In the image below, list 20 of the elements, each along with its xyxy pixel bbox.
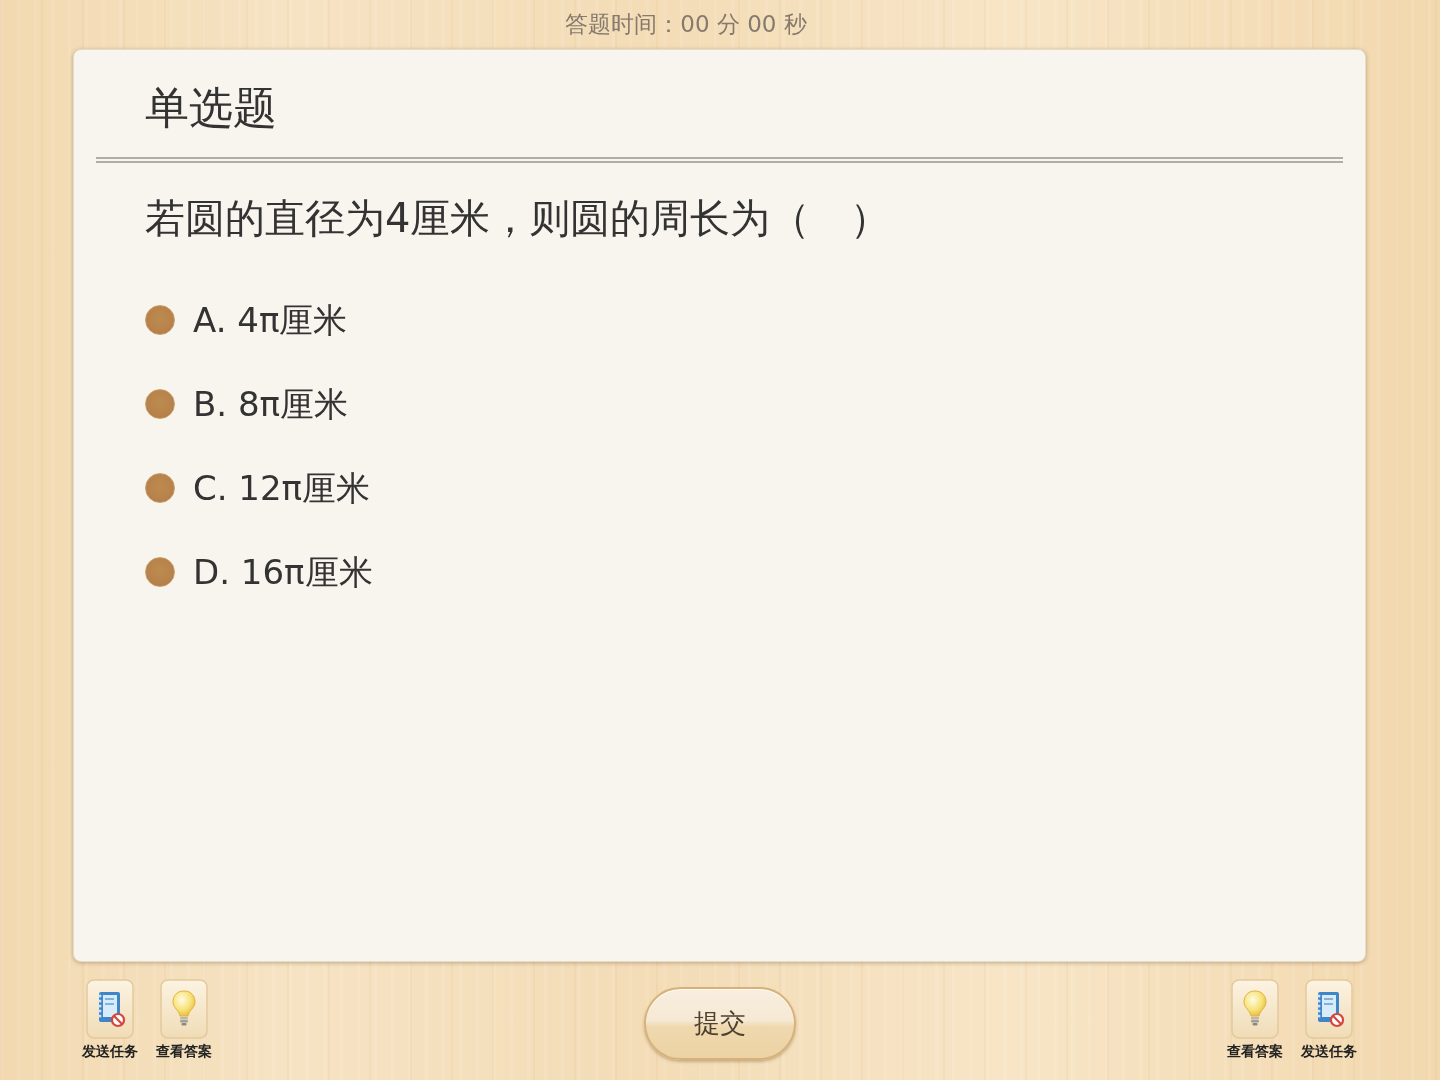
send-task-button[interactable]: 发送任务 xyxy=(80,979,140,1060)
send-task-button[interactable]: 发送任务 xyxy=(1299,979,1359,1060)
radio-button[interactable] xyxy=(145,305,175,335)
option-label[interactable]: C. 12π厘米 xyxy=(193,466,371,510)
lightbulb-icon xyxy=(1231,979,1279,1039)
option-label[interactable]: A. 4π厘米 xyxy=(193,298,348,342)
notebook-icon xyxy=(1305,979,1353,1039)
notebook-icon xyxy=(86,979,134,1039)
option-label[interactable]: D. 16π厘米 xyxy=(193,550,373,594)
answer-timer: 答题时间：00 分 00 秒 xyxy=(565,10,807,39)
radio-button[interactable] xyxy=(145,473,175,503)
option-label[interactable]: B. 8π厘米 xyxy=(193,382,349,426)
question-type-title: 单选题 xyxy=(145,84,277,133)
view-answer-button[interactable]: 查看答案 xyxy=(1225,979,1285,1060)
radio-button[interactable] xyxy=(145,557,175,587)
question-text: 若圆的直径为4厘米，则圆的周长为（ ） xyxy=(145,194,891,243)
radio-button[interactable] xyxy=(145,389,175,419)
lightbulb-icon xyxy=(160,979,208,1039)
submit-button[interactable]: 提交 xyxy=(643,987,796,1060)
view-answer-button[interactable]: 查看答案 xyxy=(154,979,214,1060)
